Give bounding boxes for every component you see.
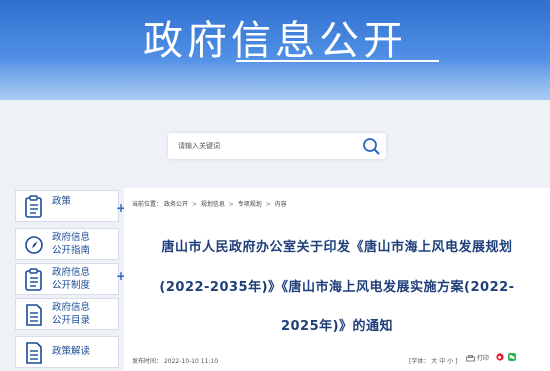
font-small-button[interactable]: 小	[447, 358, 453, 365]
sidebar-item-label: 政策	[52, 196, 72, 207]
font-large-button[interactable]: 大	[431, 358, 437, 365]
document-title-line2: (2022-2035年)》《唐山市海上风电发展实施方案(2022-	[159, 280, 515, 295]
breadcrumb: 当前位置： 政务公开 > 规划信息 > 专项规划 > 内容	[132, 199, 287, 208]
sidebar-item-label-line2: 公开指南	[52, 245, 91, 256]
document-lines-icon	[26, 342, 42, 364]
publish-time: 2022-10-10 11:10	[163, 358, 219, 365]
breadcrumb-link[interactable]: 专项规划	[238, 201, 262, 208]
document-list-icon	[25, 195, 42, 218]
sidebar-item-label-line2: 公开目录	[52, 315, 91, 326]
document-lines-icon	[26, 304, 42, 326]
print-label: 打印	[476, 355, 489, 362]
sidebar-item-catalog[interactable]: 政府信息 公开目录	[15, 298, 119, 330]
document-title-line1: 唐山市人民政府办公室关于印发《唐山市海上风电发展规划	[161, 240, 513, 255]
page: 政府信息公开 政策 +	[0, 0, 550, 371]
sidebar-item-policy[interactable]: 政策 +	[15, 190, 126, 222]
banner-underline	[236, 60, 439, 62]
document-title-line3: 2025年)》的通知	[280, 319, 394, 334]
font-medium-button[interactable]: 中	[439, 358, 445, 365]
sidebar: 政策 + 政府信息 公开指南 政府信息 公开制度 + 政府信息 公开目录 政策解…	[15, 188, 126, 371]
font-size-close: ]	[455, 358, 458, 365]
breadcrumb-link[interactable]: 政务公开	[164, 201, 188, 208]
search-icon[interactable]	[362, 137, 380, 155]
share-weibo-icon[interactable]	[496, 353, 504, 361]
print-button[interactable]: 打印	[466, 353, 489, 362]
search-input[interactable]	[178, 137, 358, 155]
font-size-control: [字体： 大 中 小 ]	[409, 356, 457, 365]
font-size-label: [字体：	[409, 358, 430, 365]
sidebar-item-interpretation[interactable]: 政策解读	[15, 336, 119, 368]
publish-label: 发布时间：	[132, 358, 163, 365]
breadcrumb-current: 内容	[274, 201, 287, 208]
sidebar-item-guide[interactable]: 政府信息 公开指南	[15, 228, 119, 260]
document-list-icon	[25, 268, 42, 291]
sidebar-item-label: 政策解读	[52, 346, 91, 357]
breadcrumb-separator: >	[228, 201, 234, 208]
publish-info: 发布时间： 2022-10-10 11:10	[132, 356, 218, 365]
sidebar-item-label-line1: 政府信息	[52, 232, 91, 243]
sidebar-item-label-line2: 公开制度	[52, 280, 91, 291]
print-icon	[466, 355, 475, 362]
sidebar-item-label-line1: 政府信息	[52, 302, 91, 313]
search-box	[168, 133, 386, 159]
article-panel: 当前位置： 政务公开 > 规划信息 > 专项规划 > 内容 唐山市人民政府办公室…	[124, 188, 550, 371]
breadcrumb-separator: >	[191, 201, 197, 208]
sidebar-item-system[interactable]: 政府信息 公开制度 +	[15, 263, 126, 295]
breadcrumb-link[interactable]: 规划信息	[201, 201, 225, 208]
search-area	[0, 100, 550, 188]
breadcrumb-separator: >	[265, 201, 271, 208]
header-banner: 政府信息公开	[0, 0, 550, 100]
compass-icon	[25, 236, 43, 254]
share-wechat-icon[interactable]	[508, 353, 516, 361]
breadcrumb-prefix: 当前位置：	[132, 201, 163, 208]
banner-title: 政府信息公开	[143, 18, 407, 64]
sidebar-item-label-line1: 政府信息	[52, 267, 91, 278]
